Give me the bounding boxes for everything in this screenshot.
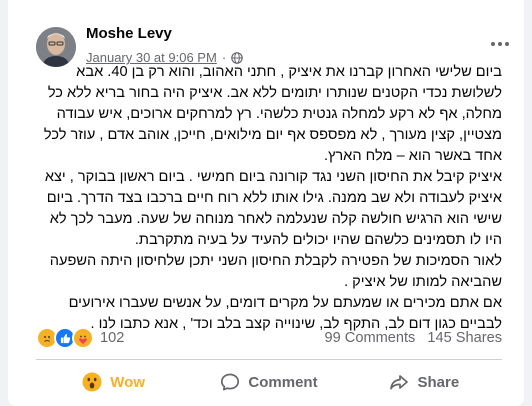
comment-label: Comment (248, 373, 318, 391)
share-button[interactable]: Share (347, 364, 502, 400)
comment-icon (221, 373, 240, 391)
more-options-icon[interactable] (488, 32, 512, 56)
care-icon (72, 327, 94, 349)
post-stats: 102 99 Comments 145 Shares (36, 326, 502, 350)
post-body: ביום שלישי האחרון קברנו את איציק , חתני … (36, 62, 502, 335)
post-actions: Wow Comment Share (36, 364, 502, 400)
comments-count[interactable]: 99 Comments (325, 330, 416, 346)
post-header: Moshe Levy January 30 at 9:06 PM · (8, 14, 524, 67)
avatar[interactable] (36, 27, 76, 67)
share-icon (390, 375, 409, 390)
engagement-counts: 99 Comments 145 Shares (325, 330, 503, 346)
post-paragraph: ביום שלישי האחרון קברנו את איציק , חתני … (43, 64, 502, 164)
wow-icon (82, 372, 102, 392)
wow-button[interactable]: Wow (36, 364, 191, 400)
comment-button[interactable]: Comment (191, 364, 346, 400)
post-paragraph: לאור הסמיכות של הפטירה לקבלת החיסון השני… (49, 253, 502, 290)
post-card: Moshe Levy January 30 at 9:06 PM · ביום … (8, 0, 524, 406)
avatar-photo (36, 27, 76, 67)
shares-count[interactable]: 145 Shares (427, 330, 502, 346)
actions-divider (36, 359, 502, 360)
wow-label: Wow (110, 373, 146, 391)
reaction-count: 102 (100, 330, 125, 346)
post-paragraph: איציק קיבל את החיסון השני נגד קורונה ביו… (44, 169, 502, 248)
author-name[interactable]: Moshe Levy (86, 25, 172, 42)
share-label: Share (417, 373, 460, 391)
reactions-summary[interactable]: 102 (36, 327, 124, 349)
